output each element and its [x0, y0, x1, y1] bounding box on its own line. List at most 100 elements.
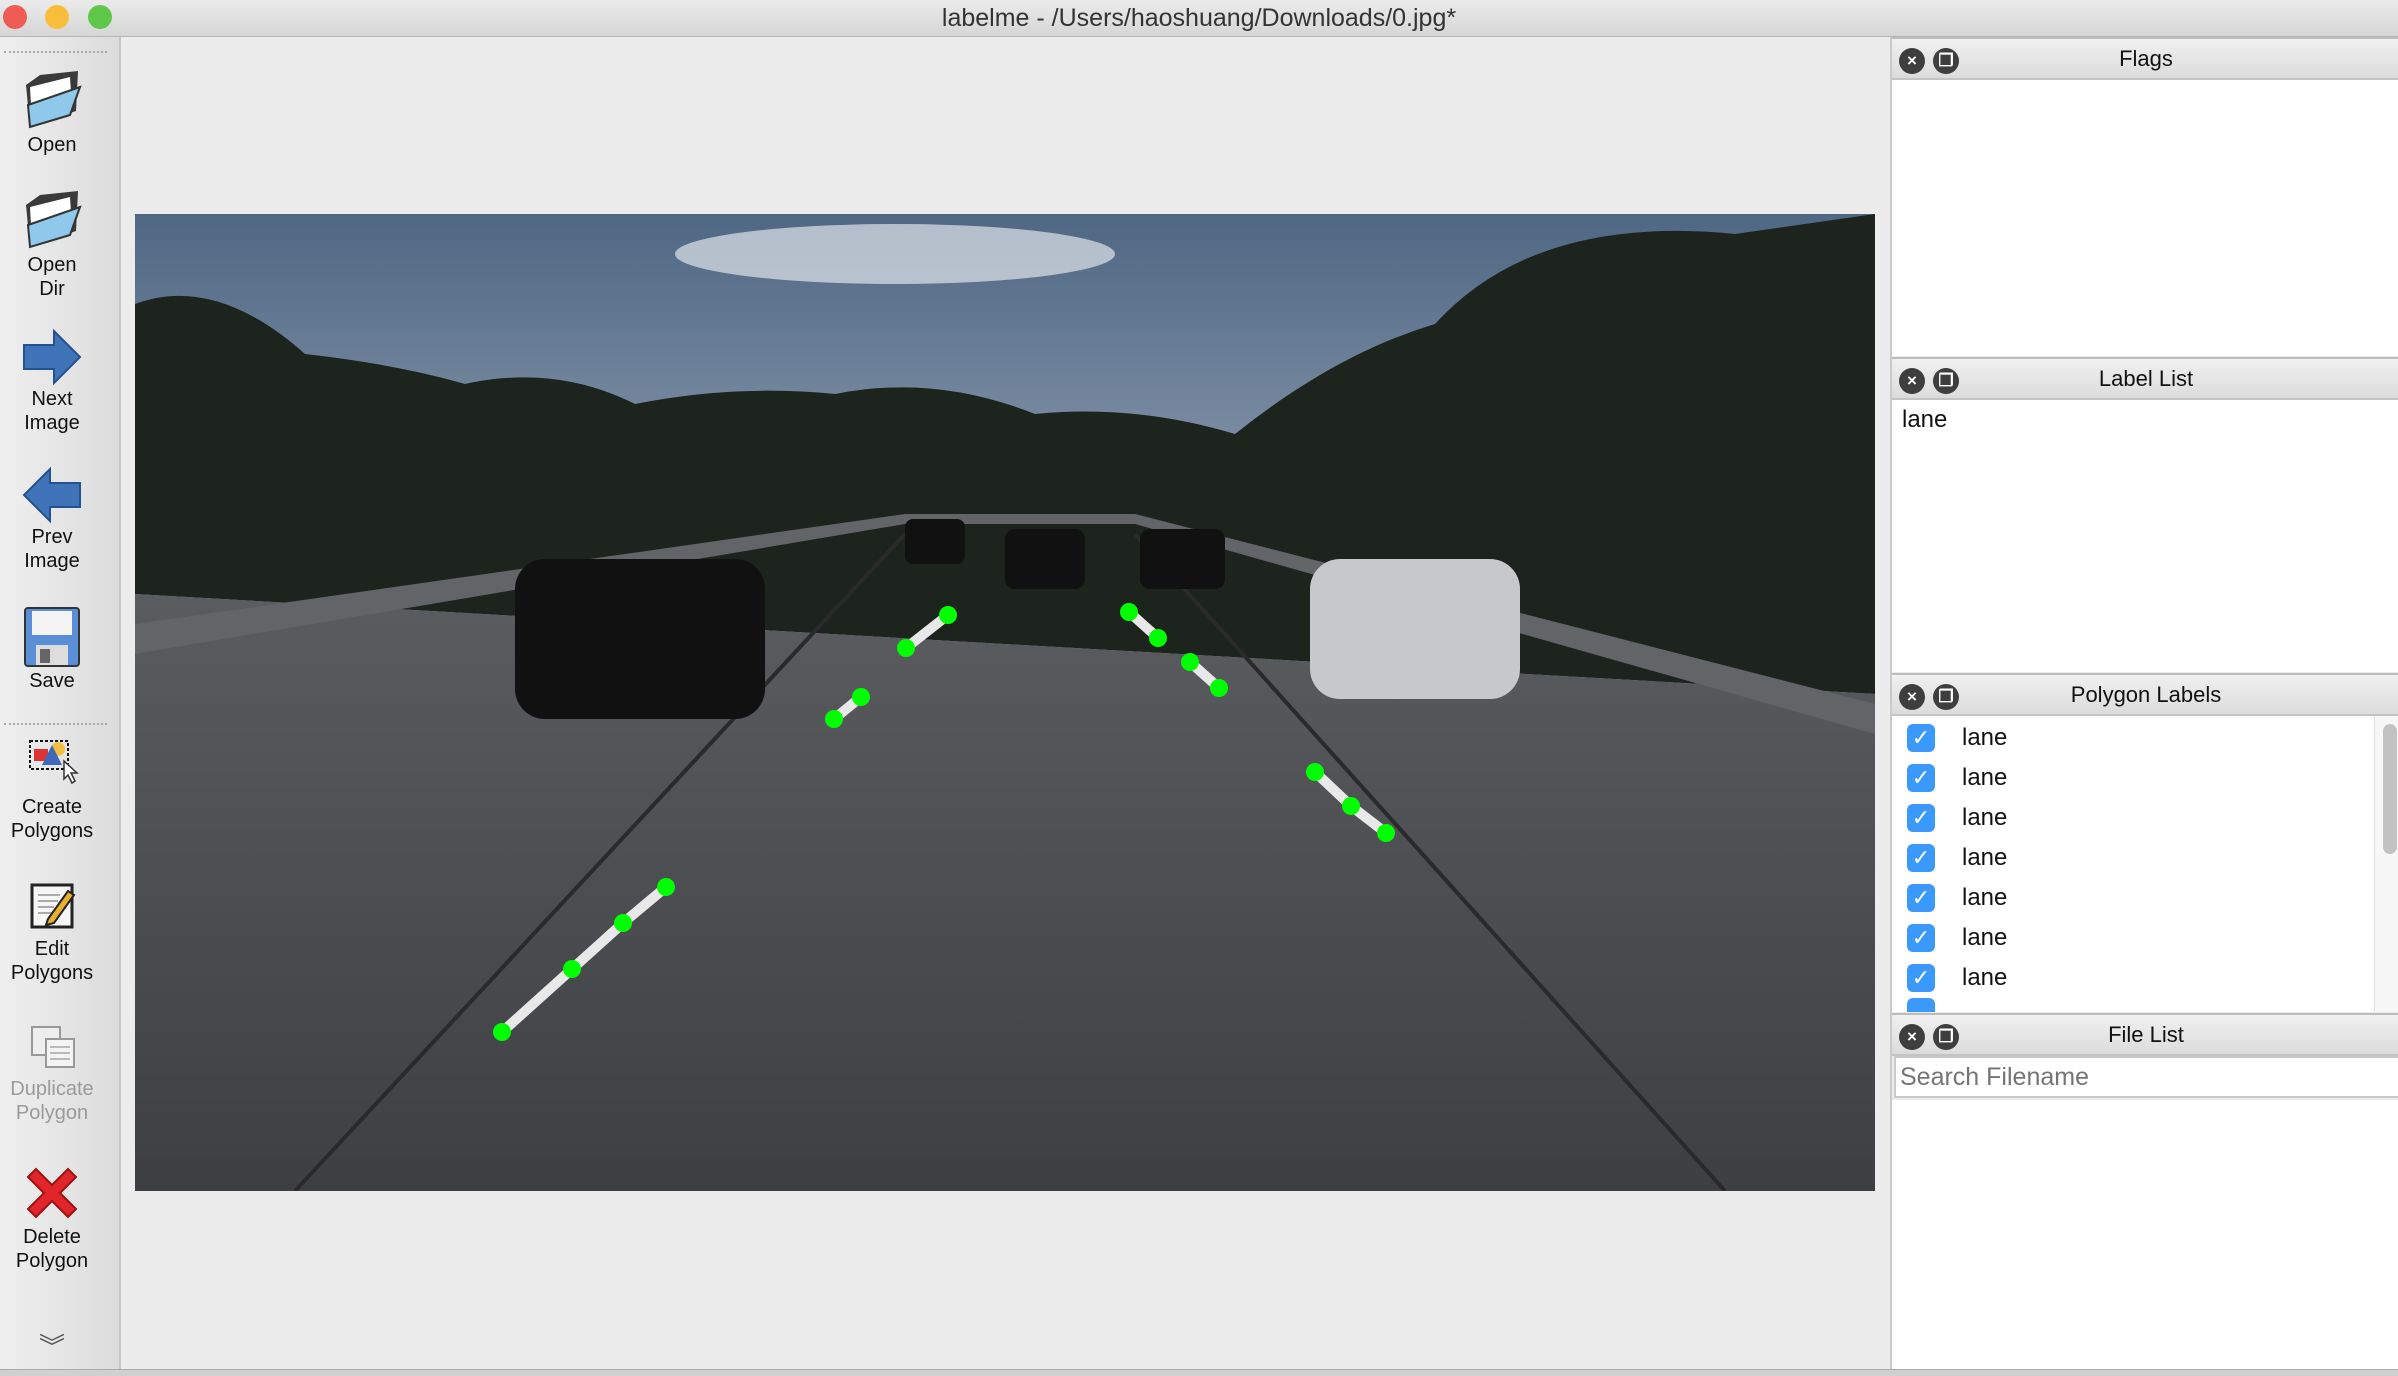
folder-open-icon	[26, 71, 82, 129]
toolbar-grip[interactable]	[4, 51, 107, 53]
next-image-label: Next	[31, 388, 73, 410]
delete-polygon-button[interactable]: Delete Polygon	[0, 1161, 104, 1273]
polygon-vertex[interactable]	[897, 639, 915, 657]
create-polygons-label: Create	[21, 796, 83, 818]
polygon-vertex[interactable]	[1181, 653, 1199, 671]
close-icon[interactable]: ×	[1899, 1024, 1925, 1050]
polygon-label-item[interactable]: ✓ lane	[1892, 838, 2398, 878]
open-dir-button[interactable]: Open Dir	[0, 185, 104, 301]
floppy-disk-icon	[24, 607, 80, 667]
label-list-item[interactable]: lane	[1902, 406, 2390, 434]
close-icon[interactable]: ×	[1899, 368, 1925, 394]
polygon-label-item[interactable]: ✓ lane	[1892, 798, 2398, 838]
delete-polygon-label-2: Polygon	[15, 1250, 89, 1272]
create-polygon-icon	[29, 740, 79, 785]
scrollbar[interactable]	[2374, 716, 2398, 1012]
more-tools-chevron-icon[interactable]: ︾	[0, 1327, 104, 1364]
close-icon[interactable]: ×	[1899, 684, 1925, 710]
open-button[interactable]: Open	[0, 65, 104, 157]
toolbar-separator	[4, 723, 107, 725]
open-label: Open	[27, 134, 77, 156]
create-polygons-label-2: Polygons	[10, 820, 94, 842]
float-dock-icon[interactable]: ❐	[1933, 368, 1959, 394]
checkbox[interactable]: ✓	[1907, 924, 1935, 952]
polygon-labels-list[interactable]: ✓ lane ✓ lane ✓ lane ✓ lane ✓ lane ✓ lane ✓ lane	[1892, 716, 2398, 1012]
arrow-left-icon	[22, 466, 81, 524]
edit-polygons-label: Edit	[34, 938, 70, 960]
float-dock-icon[interactable]: ❐	[1933, 48, 1959, 74]
polygon-label-text: lane	[1962, 964, 2008, 991]
edit-polygons-button[interactable]: Edit Polygons	[0, 877, 104, 985]
checkbox[interactable]: ✓	[1907, 964, 1935, 992]
flags-list[interactable]	[1892, 80, 2398, 356]
polygon-label-item[interactable]: ✓ lane	[1892, 918, 2398, 958]
zoom-window-button[interactable]	[88, 5, 112, 29]
duplicate-polygon-label: Duplicate	[10, 1078, 94, 1100]
polygon-label-item[interactable]: ✓ lane	[1892, 718, 2398, 758]
polygon-vertex[interactable]	[1149, 629, 1167, 647]
polygon-label-text: lane	[1962, 884, 2008, 911]
open-dir-label-2: Dir	[39, 278, 65, 300]
polygon-vertex[interactable]	[852, 688, 870, 706]
polygon-vertex[interactable]	[1120, 603, 1138, 621]
open-dir-label: Open	[27, 254, 77, 276]
polygon-label-text: lane	[1962, 724, 2008, 751]
edit-pencil-icon	[30, 883, 76, 929]
save-button[interactable]: Save	[0, 605, 104, 693]
annotated-image[interactable]	[135, 214, 1875, 1191]
polygon-labels-title: Polygon Labels	[2070, 682, 2222, 707]
polygon-label-text: lane	[1962, 764, 2008, 791]
search-filename-input[interactable]	[1894, 1056, 2398, 1098]
window-title: labelme - /Users/haoshuang/Downloads/0.j…	[941, 4, 1457, 32]
window-bottom-border	[0, 1369, 2398, 1376]
polygon-label-text: lane	[1962, 924, 2008, 951]
prev-image-label: Prev	[31, 526, 73, 548]
edit-polygons-label-2: Polygons	[10, 962, 94, 984]
duplicate-polygon-button[interactable]: Duplicate Polygon	[0, 1017, 104, 1125]
save-label: Save	[29, 670, 75, 692]
polygon-vertex[interactable]	[493, 1023, 511, 1041]
polygon-label-text: lane	[1962, 804, 2008, 831]
polygon-vertex[interactable]	[657, 878, 675, 896]
next-image-button[interactable]: Next Image	[0, 327, 104, 435]
float-dock-icon[interactable]: ❐	[1933, 1024, 1959, 1050]
polygon-label-item[interactable]: ✓ lane	[1892, 758, 2398, 798]
polygon-vertex[interactable]	[1377, 824, 1395, 842]
arrow-right-icon	[23, 328, 82, 386]
float-dock-icon[interactable]: ❐	[1933, 684, 1959, 710]
next-image-label-2: Image	[24, 412, 80, 434]
close-window-button[interactable]	[3, 5, 27, 29]
polygon-label-item[interactable]: ✓ lane	[1892, 878, 2398, 918]
polygon-label-text: lane	[1962, 844, 2008, 871]
title-bar: labelme - /Users/haoshuang/Downloads/0.j…	[0, 0, 2398, 37]
copy-icon	[31, 1026, 75, 1068]
scrollbar-thumb[interactable]	[2383, 724, 2397, 854]
polygon-vertex[interactable]	[1342, 797, 1360, 815]
checkbox[interactable]: ✓	[1907, 844, 1935, 872]
polygon-vertex[interactable]	[563, 960, 581, 978]
minimize-window-button[interactable]	[45, 5, 69, 29]
polygon-vertex[interactable]	[614, 914, 632, 932]
checkbox[interactable]: ✓	[1907, 884, 1935, 912]
polygon-label-item[interactable]: ✓ lane	[1892, 958, 2398, 998]
label-list[interactable]: lane	[1892, 400, 2398, 672]
checkbox[interactable]: ✓	[1907, 804, 1935, 832]
close-icon[interactable]: ×	[1899, 48, 1925, 74]
polygon-vertex[interactable]	[825, 710, 843, 728]
file-list[interactable]	[1892, 1100, 2398, 1369]
right-dock: × ❐ Flags × ❐ Label List lane × ❐ Polygo…	[1890, 37, 2398, 1369]
duplicate-polygon-label-2: Polygon	[15, 1102, 89, 1124]
polygon-vertex[interactable]	[1210, 679, 1228, 697]
checkbox[interactable]: ✓	[1907, 764, 1935, 792]
polygon-vertex[interactable]	[939, 606, 957, 624]
checkbox[interactable]: ✓	[1907, 724, 1935, 752]
checkbox[interactable]	[1907, 998, 1935, 1012]
file-list-title: File List	[2108, 1022, 2184, 1047]
prev-image-button[interactable]: Prev Image	[0, 465, 104, 573]
polygon-labels-dock-header: × ❐ Polygon Labels	[1892, 673, 2398, 716]
polygon-label-item-partial[interactable]	[1892, 998, 2398, 1012]
file-list-dock-header: × ❐ File List	[1892, 1013, 2398, 1056]
create-polygons-button[interactable]: Create Polygons	[0, 735, 104, 843]
prev-image-label-2: Image	[24, 550, 80, 572]
polygon-vertex[interactable]	[1306, 763, 1324, 781]
